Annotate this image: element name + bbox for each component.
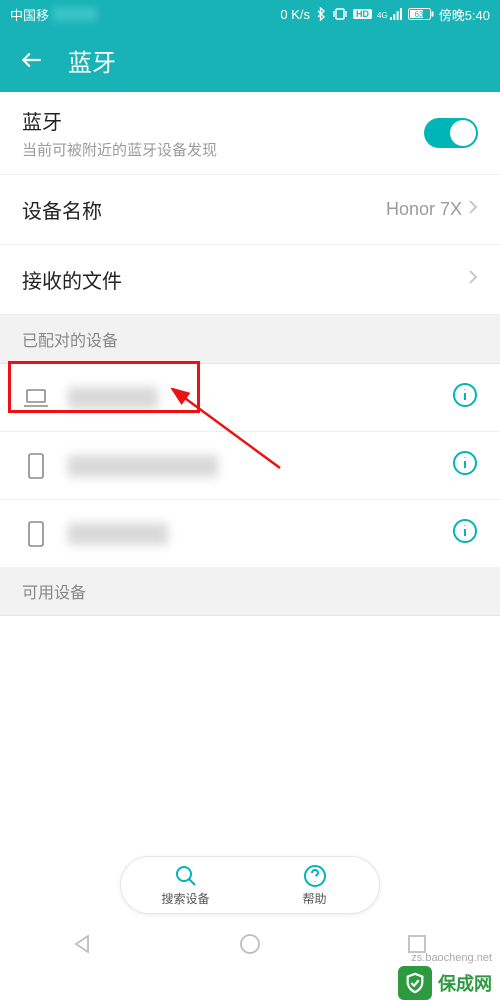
- received-files-row[interactable]: 接收的文件: [0, 245, 500, 315]
- search-icon: [174, 864, 198, 888]
- info-button[interactable]: [452, 450, 478, 481]
- search-devices-label: 搜索设备: [161, 890, 209, 907]
- bluetooth-label-col: 蓝牙 当前可被附近的蓝牙设备发现: [22, 106, 424, 160]
- arrow-left-icon: [19, 47, 45, 73]
- signal-icon: 4G: [377, 8, 403, 20]
- help-button[interactable]: 帮助: [250, 864, 379, 907]
- actions-pill: 搜索设备 帮助: [120, 856, 380, 914]
- bluetooth-icon: [315, 7, 327, 21]
- nav-back-button[interactable]: [66, 927, 100, 961]
- nav-home-button[interactable]: [233, 927, 267, 961]
- device-name-blur: [68, 523, 452, 545]
- paired-device-row[interactable]: [0, 500, 500, 567]
- carrier-label: 中国移: [10, 5, 49, 24]
- phone-icon: [22, 521, 50, 547]
- bluetooth-toggle-row[interactable]: 蓝牙 当前可被附近的蓝牙设备发现: [0, 92, 500, 175]
- info-button[interactable]: [452, 518, 478, 549]
- bluetooth-sublabel: 当前可被附近的蓝牙设备发现: [22, 139, 424, 160]
- clock-label: 傍晚5:40: [439, 5, 490, 24]
- watermark-brand: 保成网: [438, 970, 492, 996]
- page-title: 蓝牙: [68, 43, 116, 78]
- hd-badge: HD: [353, 9, 372, 19]
- bottom-actions: 搜索设备 帮助: [0, 856, 500, 914]
- info-button[interactable]: [452, 382, 478, 413]
- watermark-logo: 保成网: [398, 966, 492, 1000]
- toggle-knob: [450, 120, 476, 146]
- paired-device-row[interactable]: [0, 432, 500, 500]
- device-name-blur: [68, 455, 452, 477]
- circle-icon: [238, 932, 262, 956]
- paired-devices-header: 已配对的设备: [0, 315, 500, 364]
- available-devices-header: 可用设备: [0, 567, 500, 616]
- battery-icon: 63: [408, 8, 434, 20]
- status-left: 中国移: [10, 5, 97, 24]
- back-button[interactable]: [18, 46, 46, 74]
- net-speed: 0 K/s: [280, 7, 310, 22]
- page-header: 蓝牙: [0, 28, 500, 92]
- status-bar: 中国移 0 K/s HD 4G 63 傍晚5:40: [0, 0, 500, 28]
- bluetooth-toggle[interactable]: [424, 118, 478, 148]
- chevron-right-icon: [468, 269, 478, 290]
- shield-check-icon: [398, 966, 432, 1000]
- available-devices-area: [0, 616, 500, 896]
- vibrate-icon: [332, 8, 348, 20]
- bluetooth-label: 蓝牙: [22, 106, 424, 135]
- received-files-label: 接收的文件: [22, 265, 468, 294]
- device-name-value: Honor 7X: [386, 199, 462, 220]
- device-name-blur: [68, 387, 452, 409]
- svg-text:63: 63: [414, 10, 423, 19]
- device-name-row[interactable]: 设备名称 Honor 7X: [0, 175, 500, 245]
- help-icon: [303, 864, 327, 888]
- status-right: 0 K/s HD 4G 63 傍晚5:40: [280, 5, 490, 24]
- device-name-label: 设备名称: [22, 195, 386, 224]
- chevron-right-icon: [468, 199, 478, 220]
- phone-icon: [22, 453, 50, 479]
- watermark-url: zs.baocheng.net: [411, 952, 492, 964]
- carrier-blur: [53, 7, 97, 21]
- help-label: 帮助: [302, 890, 326, 907]
- laptop-icon: [22, 388, 50, 408]
- triangle-left-icon: [71, 932, 95, 956]
- paired-device-row[interactable]: [0, 364, 500, 432]
- search-devices-button[interactable]: 搜索设备: [121, 864, 250, 907]
